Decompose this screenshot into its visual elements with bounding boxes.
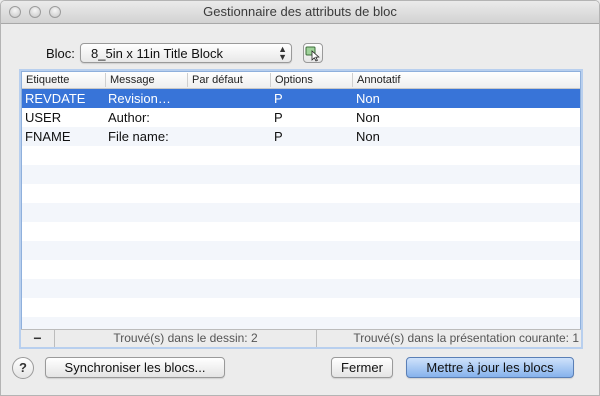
close-button[interactable]: Fermer	[331, 357, 393, 378]
help-button[interactable]: ?	[12, 357, 34, 379]
cell-tag: FNAME	[25, 129, 71, 144]
attribute-table[interactable]: Etiquette Message Par défaut Options Ann…	[21, 71, 581, 347]
empty-table-row	[22, 260, 580, 279]
empty-table-row	[22, 165, 580, 184]
cell-tag: REVDATE	[25, 91, 86, 106]
table-rows: REVDATE Revision… P Non USER Author: P N…	[22, 89, 580, 346]
found-in-drawing-count: Trouvé(s) dans le dessin: 2	[55, 330, 317, 347]
select-block-button[interactable]	[303, 43, 323, 63]
cell-prompt: Revision…	[108, 91, 171, 106]
cell-options: P	[274, 110, 283, 125]
cell-tag: USER	[25, 110, 62, 125]
empty-table-row	[22, 203, 580, 222]
remove-attribute-button[interactable]: −	[21, 330, 55, 347]
update-blocks-button[interactable]: Mettre à jour les blocs	[406, 357, 574, 378]
bloc-select-value: 8_5in x 11in Title Block	[91, 46, 223, 61]
found-in-layout-count: Trouvé(s) dans la présentation courante:…	[353, 331, 579, 345]
cell-options: P	[274, 91, 283, 106]
cell-prompt: Author:	[108, 110, 150, 125]
updown-arrows-icon: ▲ ▼	[278, 44, 287, 62]
table-header: Etiquette Message Par défaut Options Ann…	[22, 72, 580, 89]
attribute-manager-window: Gestionnaire des attributs de bloc Bloc:…	[0, 0, 600, 396]
empty-table-row	[22, 241, 580, 260]
column-header-options[interactable]: Options	[271, 73, 353, 87]
column-header-message[interactable]: Message	[106, 73, 188, 87]
bloc-select[interactable]: 8_5in x 11in Title Block ▲ ▼	[80, 43, 292, 63]
title-bar: Gestionnaire des attributs de bloc	[1, 1, 599, 24]
empty-table-row	[22, 298, 580, 317]
table-row[interactable]: FNAME File name: P Non	[22, 127, 580, 146]
bloc-label: Bloc:	[46, 46, 75, 61]
window-title: Gestionnaire des attributs de bloc	[203, 4, 397, 19]
empty-table-row	[22, 222, 580, 241]
empty-table-row	[22, 184, 580, 203]
cell-annotative: Non	[356, 91, 380, 106]
empty-table-row	[22, 146, 580, 165]
empty-table-row	[22, 279, 580, 298]
status-bar: − Trouvé(s) dans le dessin: 2 Trouvé(s) …	[21, 329, 581, 347]
column-header-par-defaut[interactable]: Par défaut	[188, 73, 271, 87]
column-header-annotatif[interactable]: Annotatif	[353, 73, 580, 87]
cell-annotative: Non	[356, 110, 380, 125]
select-objects-icon	[305, 46, 320, 62]
table-row[interactable]: REVDATE Revision… P Non	[22, 89, 580, 108]
column-header-etiquette[interactable]: Etiquette	[22, 73, 106, 87]
table-row[interactable]: USER Author: P Non	[22, 108, 580, 127]
cell-prompt: File name:	[108, 129, 169, 144]
sync-blocks-button[interactable]: Synchroniser les blocs...	[45, 357, 225, 378]
cell-annotative: Non	[356, 129, 380, 144]
cell-options: P	[274, 129, 283, 144]
